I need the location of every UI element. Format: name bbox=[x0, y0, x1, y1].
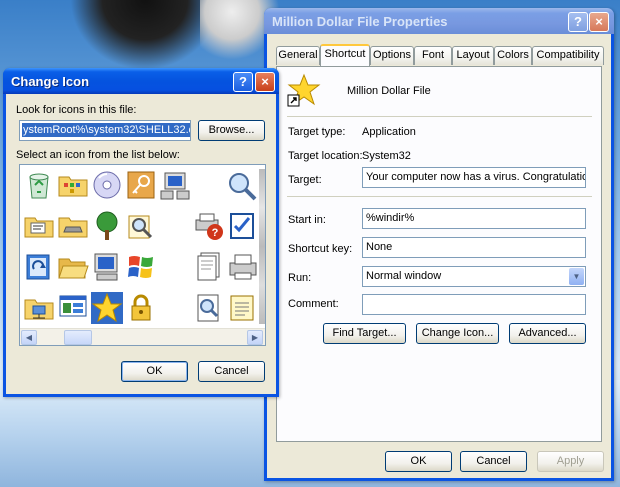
folder-network-icon[interactable] bbox=[23, 292, 55, 324]
magnifier-document-icon[interactable] bbox=[193, 292, 225, 324]
select-icon-label: Select an icon from the list below: bbox=[16, 149, 180, 161]
shortcut-star-icon bbox=[287, 73, 321, 107]
scroll-left-icon[interactable]: ◀ bbox=[21, 330, 37, 345]
notepad-icon[interactable] bbox=[227, 292, 259, 324]
checklist-icon[interactable] bbox=[227, 210, 259, 242]
tab-shortcut[interactable]: Shortcut bbox=[320, 44, 370, 66]
help-button[interactable]: ? bbox=[233, 72, 253, 92]
target-location-label: Target location: bbox=[288, 150, 363, 162]
network-computer-icon[interactable] bbox=[159, 169, 191, 201]
tab-compatibility[interactable]: Compatibility bbox=[532, 46, 604, 65]
windows-screen-icon[interactable] bbox=[57, 292, 89, 324]
change-icon-button[interactable]: Change Icon... bbox=[416, 323, 499, 344]
run-label: Run: bbox=[288, 272, 312, 284]
change-icon-dialog: Change Icon ? × Look for icons in this f… bbox=[3, 68, 279, 397]
scroll-right-icon[interactable]: ▶ bbox=[247, 330, 263, 345]
folder-search-icon[interactable] bbox=[125, 210, 157, 242]
recycle-bin-icon[interactable] bbox=[23, 169, 55, 201]
icon-grid: ? bbox=[20, 165, 265, 328]
printer-help-icon[interactable]: ? bbox=[193, 210, 225, 242]
target-type-label: Target type: bbox=[288, 126, 346, 138]
search-icon[interactable] bbox=[225, 169, 257, 201]
separator bbox=[287, 116, 592, 117]
comment-field[interactable] bbox=[362, 294, 586, 315]
run-select[interactable]: Normal window ▼ bbox=[362, 266, 586, 287]
desktop-wallpaper-penguin bbox=[70, 0, 220, 70]
shortcut-key-label: Shortcut key: bbox=[288, 243, 353, 255]
run-select-value: Normal window bbox=[366, 270, 442, 282]
find-target-button[interactable]: Find Target... bbox=[323, 323, 406, 344]
tab-strip: General Shortcut Options Font Layout Col… bbox=[274, 44, 604, 66]
scroll-thumb[interactable] bbox=[64, 330, 92, 345]
help-button[interactable]: ? bbox=[568, 12, 588, 32]
close-button[interactable]: × bbox=[255, 72, 275, 92]
cd-drive-icon[interactable] bbox=[91, 169, 123, 201]
change-icon-title: Change Icon bbox=[11, 74, 90, 89]
folder-open-icon[interactable] bbox=[57, 251, 89, 283]
target-label: Target: bbox=[288, 174, 322, 186]
separator bbox=[287, 196, 592, 197]
close-button[interactable]: × bbox=[589, 12, 609, 32]
chevron-down-icon[interactable]: ▼ bbox=[569, 268, 584, 285]
refresh-document-icon[interactable] bbox=[23, 251, 55, 283]
key-icon[interactable] bbox=[125, 169, 157, 201]
shortcut-key-field[interactable]: None bbox=[362, 237, 586, 258]
icon-file-path-value: ystemRoot%\system32\SHELL32.dll bbox=[22, 123, 191, 137]
padlock-icon[interactable] bbox=[125, 292, 157, 324]
star-icon[interactable] bbox=[91, 292, 123, 324]
browse-button[interactable]: Browse... bbox=[198, 120, 265, 141]
properties-body: General Shortcut Options Font Layout Col… bbox=[267, 34, 611, 478]
properties-window: Million Dollar File Properties ? × Gener… bbox=[264, 8, 614, 481]
change-icon-body: Look for icons in this file: ystemRoot%\… bbox=[6, 94, 276, 394]
tab-colors[interactable]: Colors bbox=[494, 46, 532, 65]
tab-general[interactable]: General bbox=[276, 46, 320, 65]
start-in-label: Start in: bbox=[288, 214, 326, 226]
tree-icon[interactable] bbox=[91, 210, 123, 242]
icon-list-scrollbar[interactable]: ◀ ▶ bbox=[20, 328, 265, 345]
shortcut-tab-page: Million Dollar File Target type: Applica… bbox=[276, 66, 602, 442]
look-for-icons-label: Look for icons in this file: bbox=[16, 104, 137, 116]
change-icon-titlebar[interactable]: Change Icon ? × bbox=[3, 68, 279, 94]
folder-drive-icon[interactable] bbox=[57, 210, 89, 242]
svg-text:?: ? bbox=[212, 227, 219, 239]
control-panel-icon[interactable] bbox=[57, 169, 89, 201]
comment-label: Comment: bbox=[288, 298, 339, 310]
cancel-button[interactable]: Cancel bbox=[198, 361, 265, 382]
documents-stack-icon[interactable] bbox=[193, 251, 225, 283]
ok-button[interactable]: OK bbox=[121, 361, 188, 382]
windows-logo-icon[interactable] bbox=[125, 251, 157, 283]
target-type-value: Application bbox=[362, 126, 416, 138]
tab-layout[interactable]: Layout bbox=[452, 46, 494, 65]
cancel-button[interactable]: Cancel bbox=[460, 451, 527, 472]
properties-title: Million Dollar File Properties bbox=[272, 14, 448, 29]
folder-documents-icon[interactable] bbox=[23, 210, 55, 242]
apply-button[interactable]: Apply bbox=[537, 451, 604, 472]
start-in-field[interactable]: %windir% bbox=[362, 208, 586, 229]
file-name: Million Dollar File bbox=[347, 85, 431, 97]
icon-file-path-field[interactable]: ystemRoot%\system32\SHELL32.dll bbox=[19, 120, 191, 141]
icon-list[interactable]: ? ◀ ▶ bbox=[19, 164, 266, 346]
tab-font[interactable]: Font bbox=[414, 46, 452, 65]
ok-button[interactable]: OK bbox=[385, 451, 452, 472]
tab-options[interactable]: Options bbox=[370, 46, 414, 65]
cut-off-icon bbox=[259, 169, 265, 324]
printer-icon[interactable] bbox=[227, 251, 259, 283]
target-location-value: System32 bbox=[362, 150, 411, 162]
advanced-button[interactable]: Advanced... bbox=[509, 323, 586, 344]
computer-icon[interactable] bbox=[91, 251, 123, 283]
properties-titlebar[interactable]: Million Dollar File Properties ? × bbox=[264, 8, 614, 34]
target-field[interactable]: Your computer now has a virus. Congratul… bbox=[362, 167, 586, 188]
